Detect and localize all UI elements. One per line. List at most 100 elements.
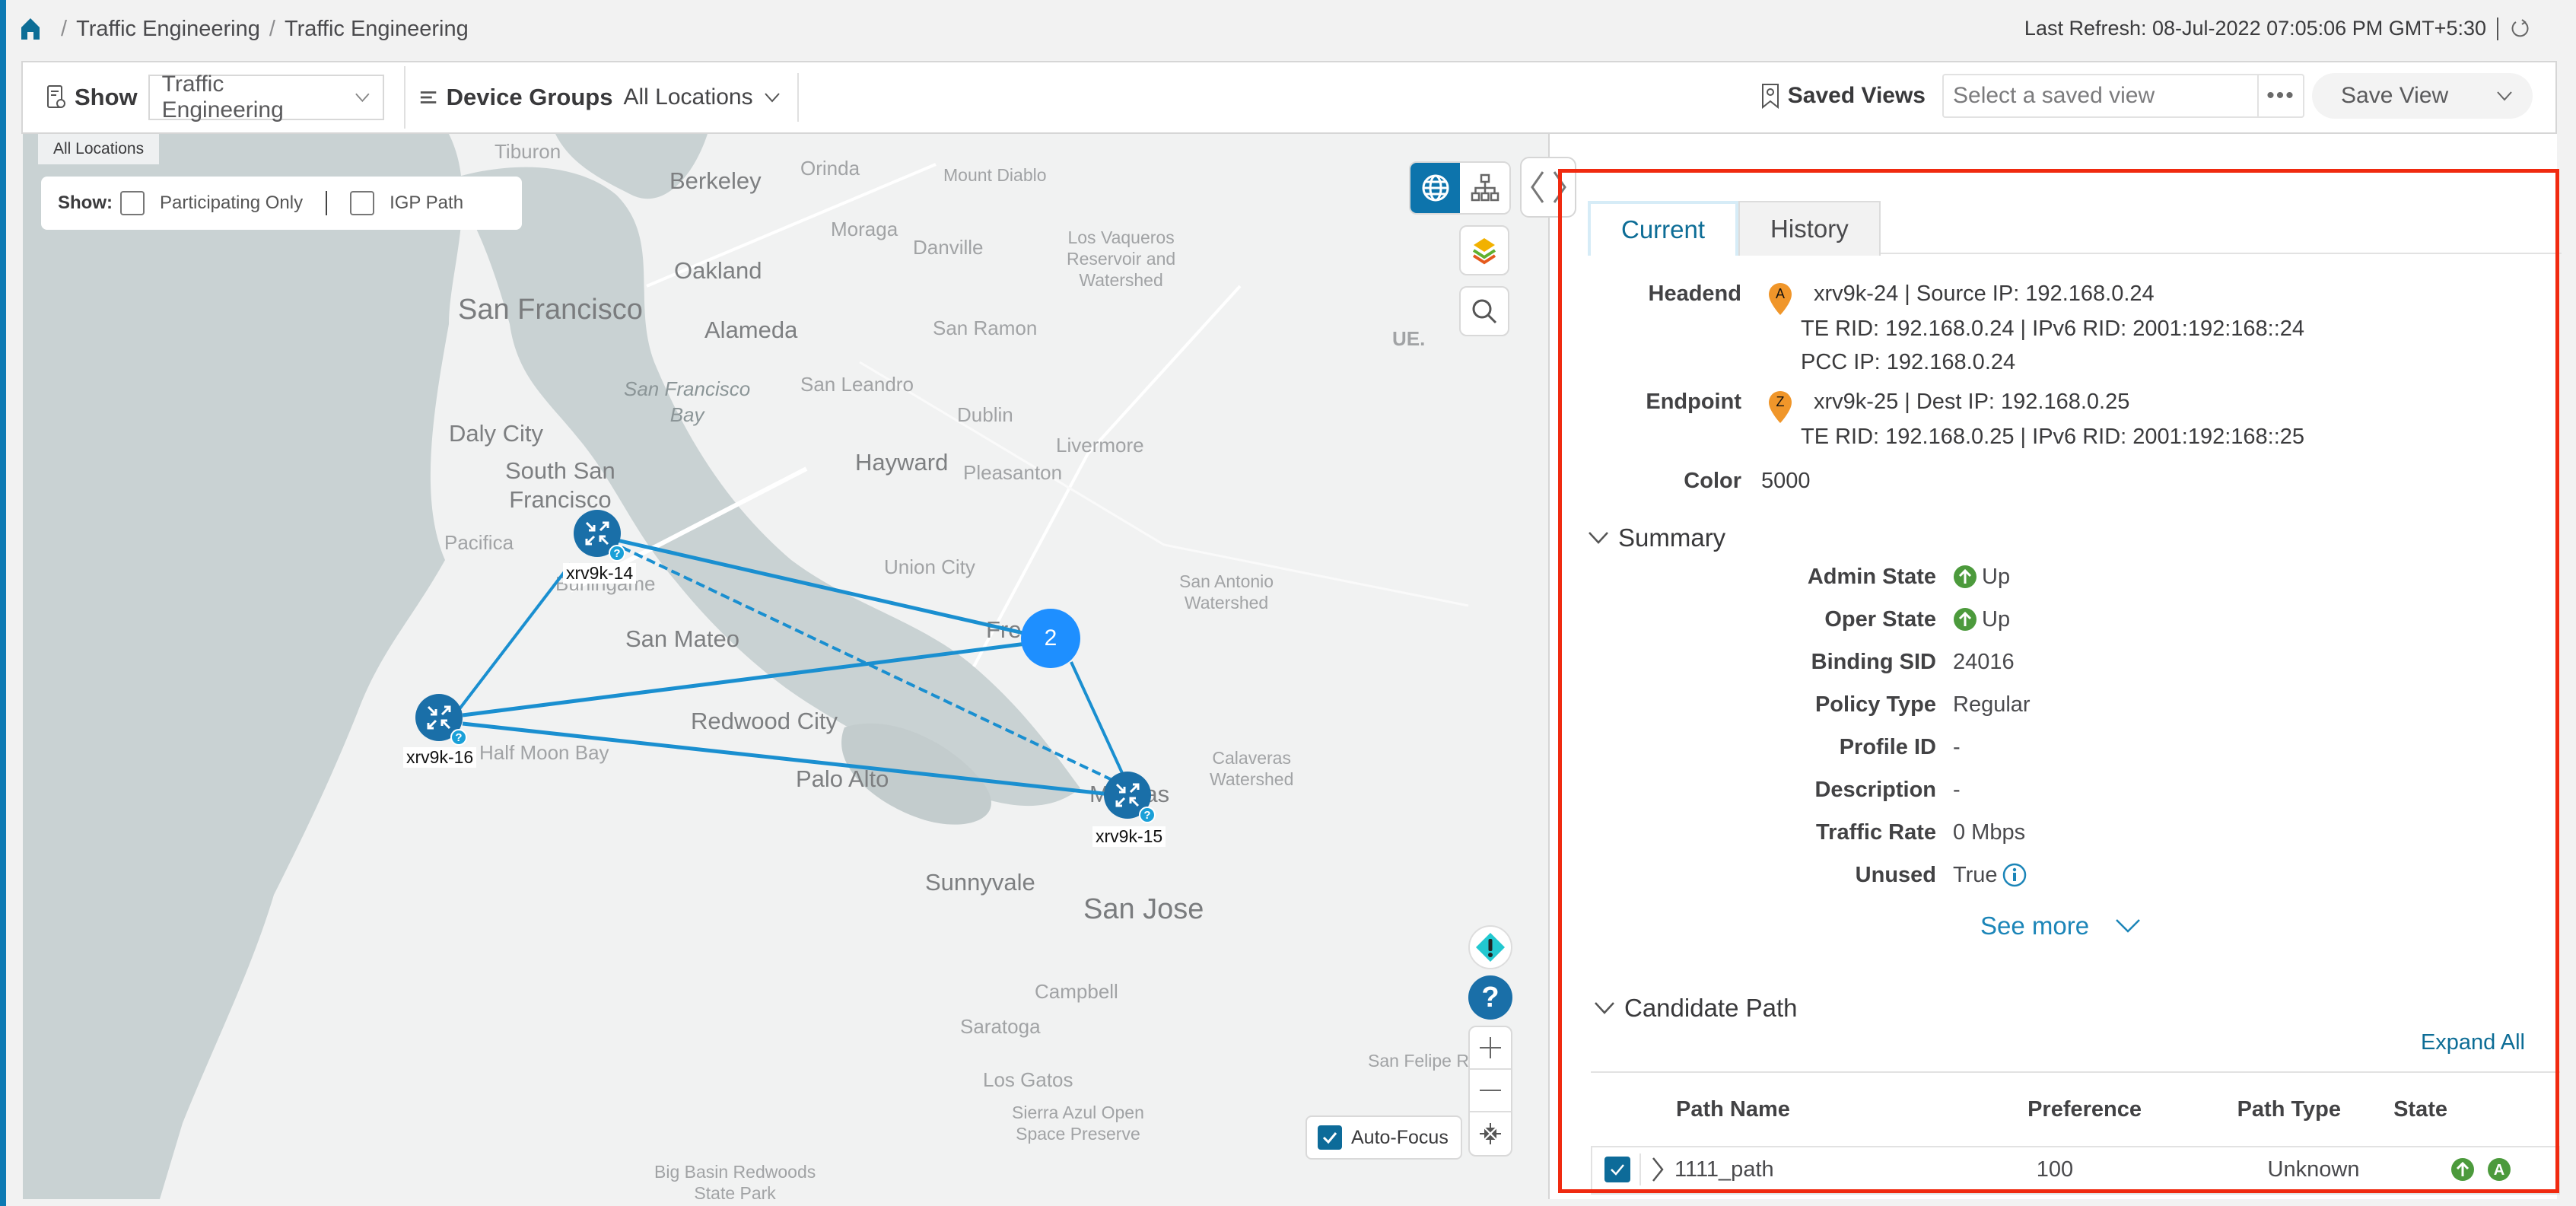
chevron-down-icon: [2497, 91, 2512, 101]
fit-view-button[interactable]: [1470, 1112, 1511, 1155]
zoom-controls: [1468, 1026, 1512, 1157]
summary-value: -: [1953, 777, 1961, 802]
saved-views-group: Saved Views Select a saved view ••• Save…: [1760, 73, 2533, 119]
link-16-15[interactable]: [462, 721, 1125, 798]
help-button[interactable]: ?: [1468, 975, 1512, 1020]
show-select[interactable]: Traffic Engineering: [148, 72, 384, 123]
svg-text:Z: Z: [1776, 394, 1785, 409]
plus-icon: [1480, 1037, 1501, 1058]
search-icon: [1472, 299, 1497, 324]
device-groups-value: All Locations: [623, 84, 753, 110]
candidate-path-title: Candidate Path: [1624, 994, 1798, 1022]
summary-row: Binding SID 24016: [1550, 641, 2082, 683]
show-select-value: Traffic Engineering: [161, 72, 284, 123]
unknown-status-icon: ?: [609, 545, 625, 562]
router-node[interactable]: ?: [1104, 772, 1156, 823]
show-filter: Show Traffic Engineering: [46, 72, 384, 123]
refresh-icon[interactable]: [2509, 18, 2530, 40]
tab-history[interactable]: History: [1738, 201, 1881, 256]
row-checkbox[interactable]: [1604, 1157, 1630, 1182]
endpoint-label: Endpoint: [1646, 390, 1741, 414]
endpoint-details: xrv9k-25 | Dest IP: 192.168.0.25: [1814, 385, 2129, 418]
col-path-type[interactable]: Path Type: [2142, 1097, 2341, 1122]
topology-map[interactable]: Tiburon Berkeley Oakland Alameda San Fra…: [23, 134, 1548, 1199]
col-preference[interactable]: Preference: [1889, 1097, 2142, 1122]
summary-row: Unused True: [1550, 854, 2082, 896]
node-cluster[interactable]: 2: [1021, 609, 1080, 668]
summary-row: Admin State Up: [1550, 555, 2082, 598]
home-icon[interactable]: [20, 17, 41, 41]
last-refresh-text: Last Refresh: 08-Jul-2022 07:05:06 PM GM…: [2024, 17, 2486, 40]
participating-only-checkbox[interactable]: [120, 191, 145, 215]
summary-value: Regular: [1953, 692, 2031, 717]
router-node[interactable]: ?: [574, 510, 625, 562]
location-chip[interactable]: All Locations: [38, 134, 160, 164]
col-path-name[interactable]: Path Name: [1591, 1097, 1889, 1122]
color-label: Color: [1684, 469, 1741, 493]
link-14-16[interactable]: [450, 562, 572, 721]
see-more-link[interactable]: See more: [1980, 912, 2141, 940]
see-more-label: See more: [1980, 912, 2090, 940]
headend-line-2: TE RID: 192.168.0.24 | IPv6 RID: 2001:19…: [1801, 317, 2305, 341]
summary-value: 24016: [1953, 649, 2015, 674]
chevron-right-icon[interactable]: [1650, 1157, 1665, 1182]
headend-line-1: xrv9k-24 | Source IP: 192.168.0.24: [1814, 282, 2155, 306]
alerts-button[interactable]: [1468, 925, 1512, 969]
summary-key: Oper State: [1824, 606, 1936, 632]
summary-value: 0 Mbps: [1953, 819, 2026, 845]
saved-view-input[interactable]: Select a saved view: [1942, 74, 2257, 118]
map-search-button[interactable]: [1459, 286, 1509, 336]
state-cell: A: [2450, 1157, 2511, 1182]
up-arrow-icon: [1954, 565, 1977, 588]
table-row[interactable]: 1111_path 100 Unknown A: [1591, 1146, 2560, 1195]
up-arrow-icon: [1954, 608, 1977, 631]
toolbar-divider: [403, 66, 405, 129]
link-16-cluster[interactable]: [462, 638, 1051, 718]
chevron-down-icon: [1595, 1002, 1614, 1014]
node-label: xrv9k-16: [403, 747, 477, 768]
summary-header[interactable]: Summary: [1588, 523, 1725, 552]
info-icon[interactable]: [2002, 863, 2027, 887]
auto-focus-checkbox[interactable]: [1318, 1125, 1342, 1150]
toolbar-divider: [797, 73, 799, 122]
link-14-cluster[interactable]: [596, 533, 1051, 641]
summary-value: -: [1953, 734, 1961, 759]
save-view-label: Save View: [2341, 83, 2449, 108]
alert-diamond-icon: [1476, 933, 1505, 962]
divider: [1639, 1153, 1641, 1185]
igp-path-checkbox[interactable]: [350, 191, 375, 215]
summary-row: Description -: [1550, 768, 2082, 811]
layers-button[interactable]: [1459, 225, 1509, 275]
saved-view-placeholder: Select a saved view: [1953, 83, 2155, 108]
endpoint-pin-icon: Z: [1769, 391, 1792, 423]
unknown-status-icon: ?: [450, 729, 467, 746]
geo-view-button[interactable]: [1410, 163, 1460, 213]
summary-value: Up: [1953, 565, 2010, 590]
expand-all-link[interactable]: Expand All: [2421, 1030, 2525, 1055]
device-groups-filter[interactable]: Device Groups All Locations: [419, 84, 781, 111]
summary-key: Policy Type: [1814, 692, 1936, 717]
logical-view-button[interactable]: [1460, 163, 1509, 213]
breadcrumb: / Traffic Engineering / Traffic Engineer…: [20, 14, 469, 44]
more-options-button[interactable]: •••: [2257, 74, 2304, 118]
panel-collapse-toggle[interactable]: [1520, 157, 1576, 218]
path-name-cell: 1111_path: [1674, 1157, 1774, 1182]
summary-key: Binding SID: [1811, 649, 1936, 674]
endpoint-line-1: xrv9k-25 | Dest IP: 192.168.0.25: [1814, 390, 2130, 414]
router-node[interactable]: ?: [415, 694, 467, 746]
device-groups-label: Device Groups: [446, 84, 613, 110]
saved-views-label: Saved Views: [1760, 83, 1926, 109]
breadcrumb-item-1[interactable]: Traffic Engineering: [76, 17, 260, 42]
zoom-out-button[interactable]: [1470, 1070, 1511, 1113]
save-view-button[interactable]: Save View: [2312, 73, 2533, 119]
node-label: xrv9k-14: [563, 563, 637, 584]
col-state[interactable]: State: [2341, 1097, 2447, 1122]
zoom-in-button[interactable]: [1470, 1027, 1511, 1071]
candidate-path-header[interactable]: Candidate Path: [1594, 994, 1798, 1023]
auto-focus-toggle[interactable]: Auto-Focus: [1305, 1115, 1462, 1160]
tab-current[interactable]: Current: [1588, 201, 1739, 256]
summary-key: Description: [1814, 777, 1936, 802]
headend-label-row: Headend: [1626, 282, 1741, 307]
link-cluster-15[interactable]: [1070, 661, 1124, 775]
headend-details: xrv9k-24 | Source IP: 192.168.0.24: [1814, 277, 2155, 310]
